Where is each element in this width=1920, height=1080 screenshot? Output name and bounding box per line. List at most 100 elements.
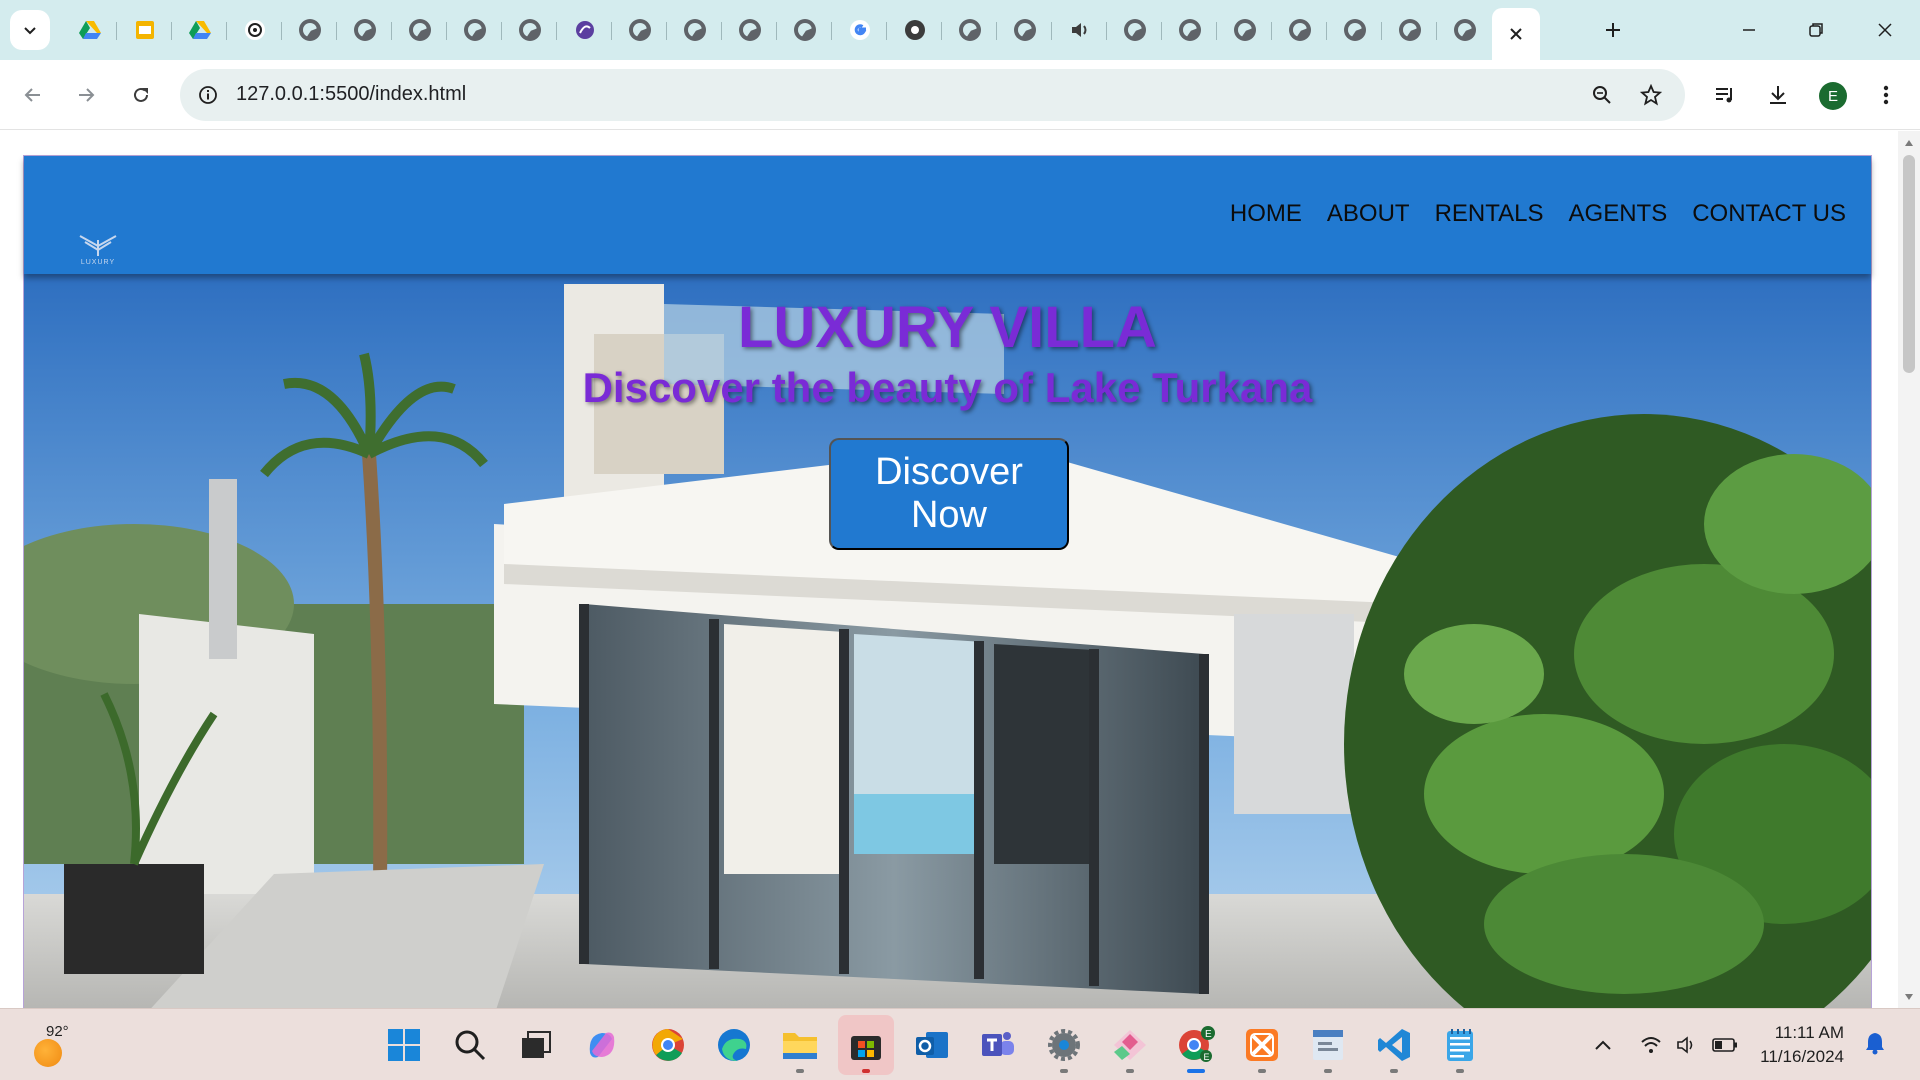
hero-section: LUXURY VILLA Discover the beauty of Lake… [24,274,1871,1008]
browser-tab-active[interactable] [1492,8,1540,60]
browser-menu-button[interactable] [1864,73,1908,117]
microsoft-store-icon[interactable] [838,1015,894,1075]
git-app-icon[interactable] [1102,1015,1158,1075]
new-tab-button[interactable] [1591,8,1635,52]
globe-icon [1233,19,1256,41]
site-header: LUXURY HOME ABOUT RENTALS AGENTS CONTACT… [24,156,1871,274]
browser-tab[interactable] [1437,8,1492,52]
browser-tab[interactable] [392,8,447,52]
site-logo[interactable]: LUXURY [74,232,122,272]
close-tab-icon[interactable] [1505,23,1527,45]
browser-tab[interactable] [502,8,557,52]
browser-tab[interactable] [832,8,887,52]
url-text[interactable]: 127.0.0.1:5500/index.html [236,83,466,106]
chrome-profile-icon[interactable]: EE [1168,1015,1224,1075]
notepad-icon[interactable] [1432,1015,1488,1075]
task-view-icon[interactable] [508,1015,564,1075]
chatgpt-icon [244,19,266,41]
nav-contact-us[interactable]: CONTACT US [1692,200,1846,228]
scroll-thumb[interactable] [1903,155,1915,373]
close-icon [1878,23,1892,37]
browser-tab[interactable] [557,8,612,52]
discover-now-button[interactable]: Discover Now [829,438,1069,550]
browser-tab[interactable] [887,8,942,52]
browser-tab[interactable] [777,8,832,52]
xampp-icon[interactable] [1234,1015,1290,1075]
outlook-icon[interactable] [904,1015,960,1075]
globe-icon [1123,19,1146,41]
browser-tab[interactable] [227,8,282,52]
browser-tab[interactable] [667,8,722,52]
search-icon[interactable] [442,1015,498,1075]
nav-home[interactable]: HOME [1230,200,1302,228]
tab-list [62,8,1540,60]
browser-tab[interactable] [942,8,997,52]
address-bar[interactable]: 127.0.0.1:5500/index.html [180,69,1685,121]
copilot-icon[interactable] [574,1015,630,1075]
profile-avatar[interactable]: E [1819,82,1847,110]
back-button[interactable] [11,73,55,117]
browser-tab[interactable] [447,8,502,52]
nav-about[interactable]: ABOUT [1327,200,1410,228]
battery-icon[interactable] [1710,1027,1740,1063]
globe-icon [738,19,761,41]
globe-icon [1453,19,1476,41]
restore-button[interactable] [1786,8,1846,52]
scroll-down-arrow-icon[interactable] [1903,991,1915,1003]
media-controls-button[interactable] [1703,73,1747,117]
windows-start-icon[interactable] [376,1015,432,1075]
page-scrollbar[interactable] [1898,131,1920,1008]
svg-text:E: E [1204,1052,1210,1062]
edge-icon[interactable] [706,1015,762,1075]
google-slides-icon [134,19,156,41]
volume-icon[interactable] [1672,1027,1702,1063]
svg-text:E: E [1205,1029,1212,1040]
site-info-icon[interactable] [194,81,222,109]
browser-tab[interactable] [1272,8,1327,52]
browser-tab[interactable] [1107,8,1162,52]
weather-temperature: 92° [46,1023,69,1040]
browser-tab[interactable] [1327,8,1382,52]
chrome-icon[interactable] [640,1015,696,1075]
google-icon [849,19,871,41]
nav-agents[interactable]: AGENTS [1569,200,1668,228]
minimize-button[interactable] [1719,8,1779,52]
settings-icon[interactable] [1036,1015,1092,1075]
nav-rentals[interactable]: RENTALS [1435,200,1544,228]
browser-tab[interactable] [1382,8,1437,52]
browser-tab[interactable] [1217,8,1272,52]
plus-icon [1606,23,1620,37]
weather-widget[interactable]: 92° [28,1021,78,1069]
scroll-up-arrow-icon[interactable] [1903,137,1915,149]
google-drive-icon [188,19,211,41]
browser-tab[interactable] [1162,8,1217,52]
file-explorer-icon[interactable] [772,1015,828,1075]
notification-bell-icon[interactable] [1864,1031,1886,1060]
reload-button[interactable] [119,73,163,117]
forward-button[interactable] [64,73,108,117]
tab-search-button[interactable] [10,10,50,50]
editor-app-icon[interactable] [1300,1015,1356,1075]
wifi-icon[interactable] [1636,1027,1666,1063]
browser-tab[interactable] [62,8,117,52]
teams-icon[interactable] [970,1015,1026,1075]
show-hidden-icons-chevron-up-icon[interactable] [1588,1027,1618,1063]
bookmark-star-icon[interactable] [1635,79,1667,111]
browser-tab[interactable] [997,8,1052,52]
zoom-icon[interactable] [1586,79,1618,111]
downloads-button[interactable] [1756,73,1800,117]
browser-tab[interactable] [117,8,172,52]
chevron-down-icon [24,27,36,35]
clock-date: 11/16/2024 [1760,1047,1844,1066]
hero-title: LUXURY VILLA [738,295,1157,360]
system-clock[interactable]: 11:11 AM 11/16/2024 [1740,1021,1844,1069]
browser-tab[interactable] [612,8,667,52]
running-indicator [1456,1069,1464,1073]
browser-tab[interactable] [722,8,777,52]
browser-tab[interactable] [282,8,337,52]
browser-tab[interactable] [1052,8,1107,52]
browser-tab[interactable] [337,8,392,52]
browser-tab[interactable] [172,8,227,52]
vscode-icon[interactable] [1366,1015,1422,1075]
close-window-button[interactable] [1855,8,1915,52]
